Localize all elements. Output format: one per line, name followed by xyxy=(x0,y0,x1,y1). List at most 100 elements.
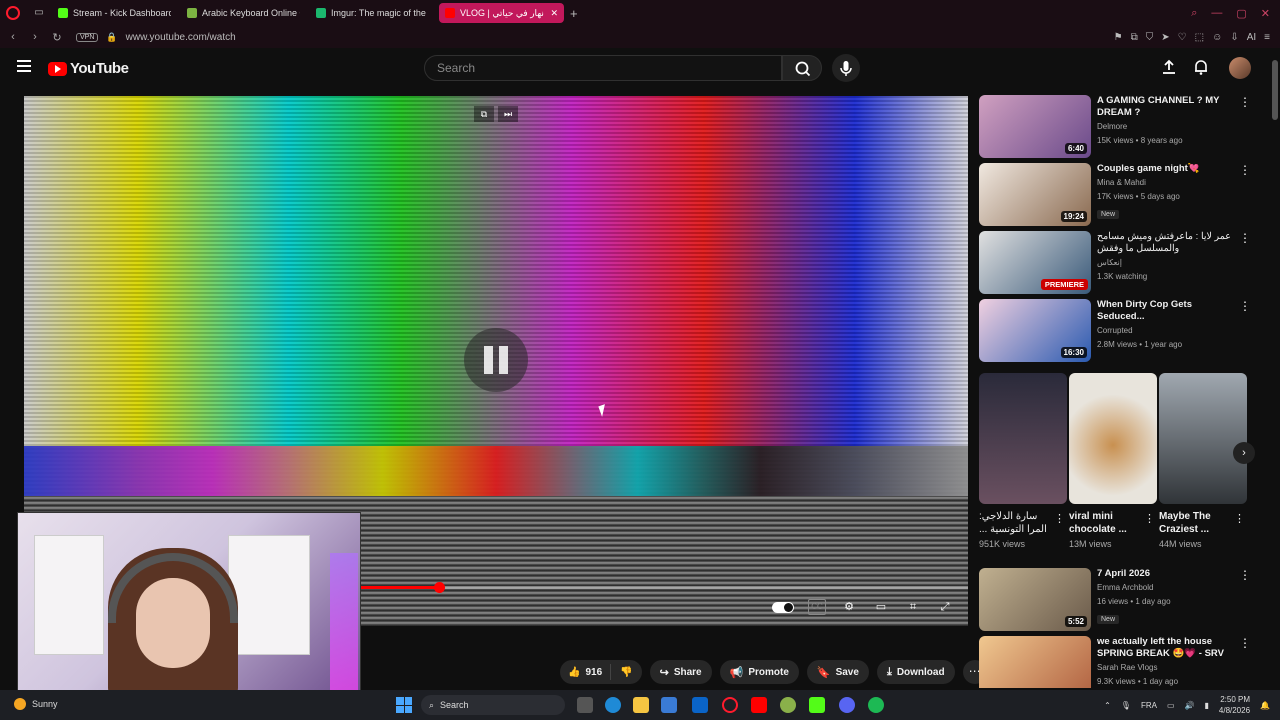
youtube-taskbar-icon[interactable] xyxy=(751,697,767,713)
task-view-icon[interactable] xyxy=(577,697,593,713)
video-thumbnail[interactable]: 19:24 xyxy=(979,163,1091,226)
cast-icon[interactable]: ⌗ xyxy=(904,599,922,615)
more-options-icon[interactable]: ⋮ xyxy=(1144,512,1155,525)
more-options-icon[interactable]: ⋮ xyxy=(1234,512,1245,525)
search-tabs-icon[interactable]: ⌕ xyxy=(1191,7,1197,20)
guide-menu-icon[interactable] xyxy=(17,60,31,72)
extension-puzzle-icon[interactable]: ⬚ xyxy=(1195,32,1204,43)
like-button[interactable]: 👍 916 xyxy=(560,664,612,680)
forward-icon[interactable]: › xyxy=(26,31,44,43)
search-button[interactable] xyxy=(782,55,822,81)
flow-icon[interactable]: ➤ xyxy=(1161,32,1169,43)
share-button[interactable]: ↪ Share xyxy=(649,660,712,684)
file-explorer-icon[interactable] xyxy=(633,697,649,713)
heart-icon[interactable]: ♡ xyxy=(1178,32,1187,43)
short-thumbnail[interactable] xyxy=(979,373,1067,504)
download-button[interactable]: ⤓ Download xyxy=(876,660,955,684)
next-video-icon[interactable]: ⏭ xyxy=(498,106,518,122)
tray-overflow-chevron-icon[interactable]: ⌃ xyxy=(1104,701,1111,710)
short-video[interactable]: viral mini chocolate ... 13M views ⋮ xyxy=(1069,373,1157,555)
shield-icon[interactable]: ⛉ xyxy=(1146,32,1154,43)
opera-logo-icon[interactable] xyxy=(6,6,20,20)
more-options-icon[interactable]: ⋮ xyxy=(1239,163,1251,177)
more-options-icon[interactable]: ⋮ xyxy=(1239,299,1251,313)
reload-icon[interactable]: ↻ xyxy=(48,31,66,44)
snapshot-icon[interactable]: ⧉ xyxy=(1131,32,1138,43)
minimize-icon[interactable]: — xyxy=(1211,7,1222,20)
back-icon[interactable]: ‹ xyxy=(4,31,22,43)
battery-icon[interactable]: ▮ xyxy=(1204,701,1208,710)
account-avatar[interactable] xyxy=(1229,57,1251,79)
subtitles-cc-icon[interactable]: CC xyxy=(808,599,826,615)
opera-taskbar-icon[interactable] xyxy=(722,697,738,713)
video-thumbnail[interactable]: PREMIERE xyxy=(979,231,1091,294)
browser-tab-kick[interactable]: Stream - Kick Dashboard xyxy=(52,3,177,23)
recommended-video[interactable]: 19:24 Couples game night💘 Mina & Mahdi 1… xyxy=(979,163,1251,227)
recommended-video[interactable]: PREMIERE عمر لايا : ماعرفتش وميش مسامح و… xyxy=(979,231,1251,295)
upload-icon[interactable] xyxy=(1160,58,1178,76)
discord-taskbar-icon[interactable] xyxy=(839,697,855,713)
theater-mode-icon[interactable]: ▭ xyxy=(872,599,890,615)
workspaces-icon[interactable]: ▭ xyxy=(32,6,46,20)
browser-tab-arabic-keyboard[interactable]: Arabic Keyboard Online • xyxy=(181,3,306,23)
more-options-icon[interactable]: ⋮ xyxy=(1239,568,1251,582)
search-input[interactable]: Search xyxy=(424,55,782,81)
network-icon[interactable]: ▭ xyxy=(1167,701,1175,710)
short-thumbnail[interactable] xyxy=(1159,373,1247,504)
page-scrollbar[interactable] xyxy=(1272,50,1278,690)
edge-browser-icon[interactable] xyxy=(605,697,621,713)
video-thumbnail[interactable]: 6:40 xyxy=(979,95,1091,158)
autoplay-toggle[interactable] xyxy=(772,601,794,613)
language-indicator[interactable]: FRA xyxy=(1141,701,1157,710)
youtube-logo[interactable]: YouTube xyxy=(48,60,129,77)
taskbar-search[interactable]: ⌕ Search xyxy=(421,695,565,715)
windows-start-icon[interactable] xyxy=(396,697,412,713)
notifications-icon[interactable]: 🔔 xyxy=(1260,701,1270,710)
pause-icon[interactable] xyxy=(464,328,528,392)
profile-icon[interactable]: ☺ xyxy=(1212,32,1222,43)
new-tab-button[interactable]: + xyxy=(570,6,578,21)
clock[interactable]: 2:50 PM 4/8/2026 xyxy=(1219,694,1250,716)
miniplayer-icon[interactable]: ⧉ xyxy=(474,106,494,122)
bookmark-page-icon[interactable]: ⚑ xyxy=(1114,32,1123,43)
dislike-button[interactable]: 👎 xyxy=(611,667,641,678)
recommended-video[interactable]: we actually left the house SPRING BREAK … xyxy=(979,636,1249,688)
save-button[interactable]: 🔖 Save xyxy=(806,660,869,684)
close-window-icon[interactable]: ✕ xyxy=(1261,7,1270,20)
notifications-bell-icon[interactable] xyxy=(1192,58,1210,76)
video-thumbnail[interactable]: 5:52 xyxy=(979,568,1091,631)
scrollbar-thumb[interactable] xyxy=(1272,60,1278,120)
short-video[interactable]: سارة الدلاجي: المرا التونسية ... 951K vi… xyxy=(979,373,1067,555)
more-options-icon[interactable]: ⋮ xyxy=(1054,512,1065,525)
maximize-icon[interactable]: ▢ xyxy=(1236,7,1246,20)
recommended-video[interactable]: 5:52 7 April 2026 Emma Archbold 16 views… xyxy=(979,568,1251,632)
recommended-video[interactable]: 6:40 A GAMING CHANNEL ? MY DREAM ? Delmo… xyxy=(979,95,1251,159)
more-options-icon[interactable]: ⋮ xyxy=(1239,95,1251,109)
chevron-right-icon[interactable]: › xyxy=(1233,442,1255,464)
outlook-icon[interactable] xyxy=(692,697,708,713)
url-field[interactable]: www.youtube.com/watch xyxy=(126,32,236,43)
kick-taskbar-icon[interactable] xyxy=(809,697,825,713)
fullscreen-icon[interactable]: ⤢ xyxy=(936,599,954,615)
lock-icon[interactable]: 🔒 xyxy=(106,32,117,43)
short-thumbnail[interactable] xyxy=(1069,373,1157,504)
microphone-tray-icon[interactable]: 🎙 xyxy=(1121,701,1131,710)
browser-tab-youtube-vlog[interactable]: VLOG | نهار في حياتي 😝 ✕ xyxy=(439,3,564,23)
microsoft-store-icon[interactable] xyxy=(661,697,677,713)
voice-search-button[interactable] xyxy=(832,54,860,82)
weather-widget[interactable]: Sunny xyxy=(14,698,58,710)
short-video[interactable]: Maybe The Craziest ... 44M views ⋮ xyxy=(1159,373,1247,555)
download-icon[interactable]: ⇩ xyxy=(1230,32,1238,43)
settings-gear-icon[interactable]: ⚙ xyxy=(840,599,858,615)
app-taskbar-icon[interactable] xyxy=(780,697,796,713)
volume-icon[interactable]: 🔊 xyxy=(1185,701,1195,710)
more-options-icon[interactable]: ⋮ xyxy=(1239,636,1249,650)
vpn-badge[interactable]: VPN xyxy=(76,32,99,42)
ai-button[interactable]: AI xyxy=(1247,32,1256,43)
spotify-taskbar-icon[interactable] xyxy=(868,697,884,713)
more-options-icon[interactable]: ⋮ xyxy=(1239,231,1251,245)
menu-icon[interactable]: ≡ xyxy=(1264,32,1270,43)
video-thumbnail[interactable]: 16:30 xyxy=(979,299,1091,362)
close-tab-icon[interactable]: ✕ xyxy=(547,8,558,19)
promote-button[interactable]: 📢 Promote xyxy=(719,660,799,684)
